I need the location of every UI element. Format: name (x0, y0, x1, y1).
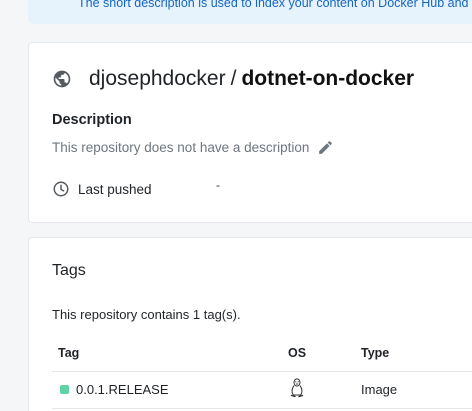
tags-card: Tags This repository contains 1 tag(s). … (28, 237, 472, 411)
description-text: This repository does not have a descript… (52, 140, 310, 155)
repository-name: dotnet-on-docker (241, 67, 415, 90)
repository-info-card: djosephdocker / dotnet-on-docker Descrip… (28, 42, 472, 223)
tags-count-text: This repository contains 1 tag(s). (52, 307, 241, 322)
clock-icon (53, 181, 69, 197)
column-header-type: Type (361, 346, 390, 360)
table-row: 0.0.1.RELEASE Image (52, 372, 472, 409)
tags-table: Tag OS Type 0.0.1.RELEASE Image (52, 335, 472, 409)
tag-link[interactable]: 0.0.1.RELEASE (76, 382, 169, 397)
tags-heading: Tags (52, 262, 86, 279)
repository-owner[interactable]: djosephdocker (89, 67, 226, 91)
banner-text: The short description is used to index y… (78, 0, 472, 10)
last-pushed-row: Last pushed (52, 180, 152, 198)
tags-table-header: Tag OS Type (52, 335, 472, 372)
column-header-tag[interactable]: Tag (58, 346, 79, 360)
linux-icon (290, 378, 304, 398)
tag-status-dot (60, 385, 69, 394)
pencil-icon[interactable] (317, 139, 334, 156)
last-pushed-value: - (216, 178, 220, 192)
last-pushed-label: Last pushed (78, 181, 152, 197)
repository-page: The short description is used to index y… (0, 0, 472, 411)
title-separator: / (230, 67, 237, 90)
tag-cell: 0.0.1.RELEASE (58, 382, 169, 397)
description-info-banner: The short description is used to index y… (28, 0, 472, 24)
globe-icon (53, 70, 71, 88)
column-header-os: OS (288, 346, 307, 360)
repository-title: djosephdocker / dotnet-on-docker (52, 67, 414, 91)
description-heading: Description (52, 112, 132, 128)
description-row: This repository does not have a descript… (52, 139, 334, 156)
tag-type: Image (361, 382, 398, 397)
